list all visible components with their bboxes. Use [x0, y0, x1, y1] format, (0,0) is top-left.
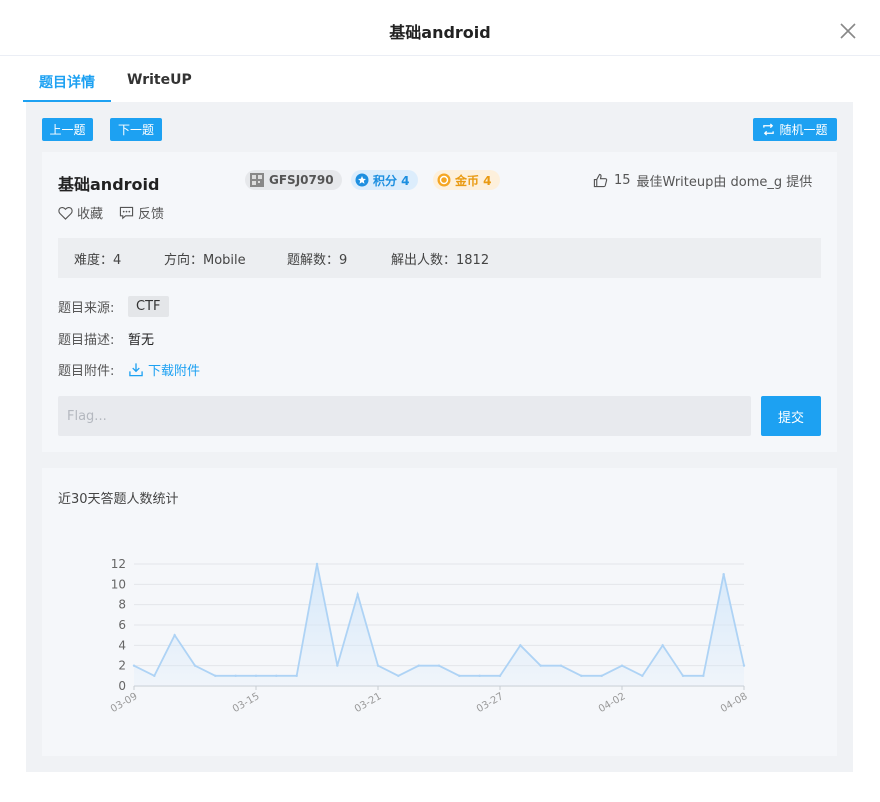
download-label: 下载附件 — [148, 364, 201, 379]
series-line — [133, 563, 745, 678]
data-point — [234, 674, 237, 678]
data-point — [437, 664, 441, 667]
x-tick-label: 04-02 — [597, 691, 628, 715]
data-point — [376, 664, 380, 667]
y-tick-label: 6 — [118, 618, 126, 632]
data-point — [620, 664, 624, 667]
qr-icon — [250, 173, 264, 187]
source-row: 题目来源: CTF — [58, 296, 169, 317]
data-point — [153, 674, 156, 678]
thumbs-up-icon[interactable] — [593, 173, 608, 188]
random-challenge-button[interactable]: 随机一题 — [753, 118, 837, 141]
data-point — [641, 674, 644, 678]
random-challenge-label: 随机一题 — [779, 123, 828, 137]
x-tick-label: 04-08 — [719, 691, 750, 715]
flag-input[interactable] — [58, 396, 751, 436]
challenge-actions: 收藏 反馈 — [58, 203, 164, 222]
coin-badge: 金币 4 — [433, 170, 500, 190]
x-tick-label: 03-15 — [231, 691, 262, 715]
data-point — [336, 664, 339, 667]
attachment-row: 题目附件: 下载附件 — [58, 360, 200, 379]
shuffle-icon — [763, 123, 775, 136]
data-point — [275, 674, 278, 678]
challenge-title: 基础android — [58, 175, 160, 194]
score-badge: 积分 4 — [351, 170, 418, 190]
y-tick-label: 10 — [111, 577, 126, 591]
y-tick-label: 4 — [118, 638, 126, 652]
description-row: 题目描述: 暂无 — [58, 329, 154, 348]
y-tick-label: 8 — [118, 598, 126, 612]
data-point — [173, 633, 176, 637]
prev-challenge-button[interactable]: 上一题 — [42, 118, 93, 141]
download-icon — [129, 363, 143, 377]
data-point — [722, 572, 725, 576]
answer-count-chart: 0 2 4 6 8 10 12 03-09 03-15 03-21 03-27 04-02 04-08 — [109, 557, 750, 715]
data-point — [600, 674, 603, 678]
like-section: 15 最佳Writeup由 dome_g 提供 — [593, 171, 812, 190]
data-point — [132, 664, 136, 667]
data-point — [580, 674, 583, 678]
modal-title: 基础android — [389, 23, 491, 42]
score-icon — [355, 173, 369, 187]
like-count: 15 — [614, 173, 631, 188]
stat-solves-count: 题解数：9 — [287, 252, 348, 268]
data-point — [478, 674, 481, 678]
heart-icon — [58, 206, 73, 220]
data-point — [397, 674, 400, 678]
data-point — [519, 644, 522, 647]
description-value: 暂无 — [128, 333, 155, 348]
content-area: 上一题 下一题 随机一题 基础android GFSJ0790 积分 4 金币 … — [26, 102, 853, 772]
modal-header: 基础android — [0, 0, 880, 56]
description-label: 题目描述: — [58, 333, 115, 348]
data-point — [742, 664, 746, 667]
coin-label: 金币 4 — [455, 173, 492, 188]
download-attachment-link[interactable]: 下载附件 — [128, 360, 200, 379]
source-label: 题目来源: — [58, 301, 115, 316]
data-point — [681, 674, 685, 678]
stat-solvers: 解出人数：1812 — [391, 252, 490, 268]
close-button[interactable] — [838, 21, 858, 41]
y-tick-label: 2 — [118, 659, 126, 673]
attachment-label: 题目附件: — [58, 364, 115, 379]
challenge-id: GFSJ0790 — [269, 173, 334, 187]
data-point — [702, 674, 705, 678]
data-point — [661, 644, 664, 647]
x-tick-label: 03-09 — [109, 691, 140, 715]
data-point — [417, 664, 420, 667]
chart-card: 近30天答题人数统计 0 2 4 6 8 10 12 03-09 03-15 03-21 03-27… — [42, 468, 837, 756]
best-writeup: 最佳Writeup由 dome_g 提供 — [636, 175, 813, 190]
tab-writeup[interactable]: WriteUP — [127, 72, 192, 88]
favorite-label: 收藏 — [77, 207, 104, 222]
comment-icon — [119, 206, 134, 219]
score-label: 积分 4 — [373, 173, 410, 188]
tab-detail[interactable]: 题目详情 — [39, 72, 95, 92]
challenge-stats: 难度：4 方向：Mobile 题解数：9 解出人数：1812 — [58, 238, 821, 278]
data-point — [559, 664, 563, 667]
submit-button[interactable]: 提交 — [761, 396, 821, 436]
y-tick-label: 0 — [118, 679, 126, 693]
data-point — [539, 664, 542, 667]
data-point — [193, 664, 197, 667]
coin-icon — [437, 173, 451, 187]
feedback-label: 反馈 — [138, 207, 165, 222]
data-point — [356, 593, 359, 596]
source-tag: CTF — [128, 296, 169, 317]
x-tick-label: 03-27 — [475, 691, 506, 715]
y-tick-label: 12 — [111, 557, 126, 571]
x-tick-label: 03-21 — [353, 691, 384, 715]
data-point — [214, 674, 217, 678]
challenge-card: 基础android GFSJ0790 积分 4 金币 4 15 最佳Writeu… — [42, 152, 837, 452]
close-icon — [840, 23, 856, 39]
stat-difficulty: 难度：4 — [74, 252, 122, 268]
challenge-id-badge: GFSJ0790 — [245, 170, 342, 190]
data-point — [458, 674, 461, 678]
next-challenge-button[interactable]: 下一题 — [110, 118, 162, 141]
stat-direction: 方向：Mobile — [164, 252, 246, 268]
favorite-button[interactable]: 收藏 — [58, 203, 103, 222]
feedback-button[interactable]: 反馈 — [119, 203, 164, 222]
data-point — [315, 562, 319, 566]
data-point — [254, 674, 258, 678]
data-point — [498, 674, 502, 678]
data-point — [295, 674, 298, 678]
